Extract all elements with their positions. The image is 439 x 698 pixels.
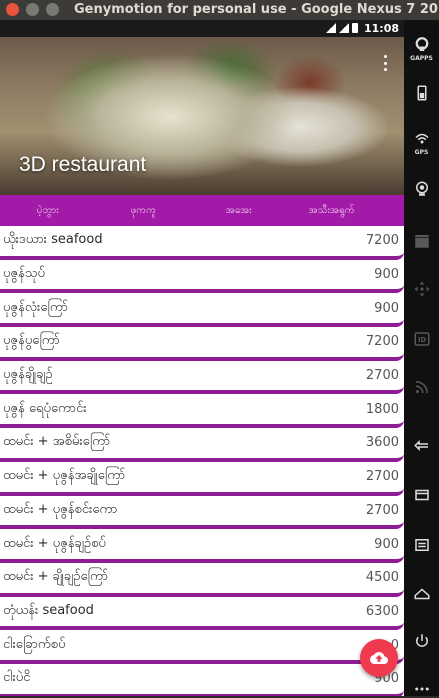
more-button[interactable] — [404, 680, 439, 698]
tab-4[interactable]: အသီးအရွက် — [287, 195, 405, 226]
item-price: 2700 — [365, 469, 399, 485]
id-label: ID — [417, 336, 426, 344]
item-name: ပုဇွန်လုံးကြော် — [3, 299, 68, 315]
item-price: 1800 — [365, 401, 399, 417]
id-icon: ID — [414, 332, 429, 346]
item-price: 3600 — [365, 435, 399, 451]
list-item[interactable]: ပုဇွန်သုပ် 900 — [0, 259, 404, 294]
item-price: 900 — [374, 300, 399, 316]
app-title: 3D restaurant — [19, 153, 147, 176]
item-name: ထမင်း + ပုဇွန်ချဉ်စပ် — [3, 535, 106, 551]
battery-icon — [352, 23, 358, 33]
power-button[interactable] — [404, 632, 439, 650]
gapps-icon — [415, 37, 428, 51]
list-item[interactable]: ပုဇွန်ချိုချဉ် 2700 — [0, 360, 404, 395]
signal-icon — [339, 23, 349, 33]
status-time: 11:08 — [363, 22, 399, 35]
rss-icon — [415, 381, 428, 394]
item-price: 7200 — [365, 334, 399, 350]
item-name: ပုဇွန်ချိုချဉ် — [3, 367, 53, 383]
item-price: 6300 — [365, 603, 399, 619]
home-button[interactable] — [404, 585, 439, 603]
gapps-button[interactable]: GAPPS — [404, 36, 439, 62]
header-image: 3D restaurant — [0, 37, 404, 195]
gapps-label: GAPPS — [410, 55, 433, 62]
tab-2[interactable]: ဖုကကူ — [96, 195, 192, 226]
emulator-toolbar: GAPPS GPS ID — [404, 20, 439, 696]
item-name: ယိုးဒယား seafood — [3, 232, 103, 248]
tab-3[interactable]: အအေး — [191, 195, 287, 226]
battery-button[interactable] — [404, 84, 439, 102]
list-item[interactable]: ငါးခြောက်စပ် 0 — [0, 630, 404, 664]
item-price: 7200 — [365, 233, 399, 249]
gps-icon — [414, 133, 429, 144]
item-name: ထမင်း + ပုဇွန်စင်းကော — [3, 501, 118, 517]
window-close-button[interactable] — [6, 3, 19, 16]
item-price: 2700 — [365, 368, 399, 384]
upload-fab-button[interactable] — [360, 639, 398, 677]
list-item[interactable]: ပုဇွန် ရေပုံကောင်း 1800 — [0, 394, 404, 429]
rss-button[interactable] — [404, 378, 439, 396]
recent-apps-icon — [414, 489, 429, 501]
more-vert-icon[interactable] — [382, 55, 388, 71]
cloud-upload-icon — [370, 652, 388, 664]
dpad-icon — [414, 281, 429, 297]
recent-apps-button[interactable] — [404, 486, 439, 504]
tab-1[interactable]: ပဲ့ဘွား — [0, 195, 96, 226]
item-name: ငါးခြောက်စပ် — [3, 636, 66, 652]
item-price: 900 — [374, 267, 399, 283]
camera-button[interactable] — [404, 180, 439, 198]
battery-icon — [417, 85, 426, 101]
list-item[interactable]: တုံယန်း seafood 6300 — [0, 596, 404, 631]
device-id-button[interactable]: ID — [404, 330, 439, 348]
back-button[interactable] — [404, 438, 439, 456]
menu-list: ယိုးဒယား seafood 7200 ပုဇွန်သုပ် 900 ပုဇွန… — [0, 226, 404, 696]
item-name: ထမင်း + ချိုချဉ်ကြော် — [3, 569, 109, 585]
list-item[interactable]: ငါးပဲငိ 900 — [0, 663, 404, 696]
clapperboard-icon — [414, 235, 429, 248]
list-item[interactable]: ထမင်း + ချိုချဉ်ကြော် 4500 — [0, 562, 404, 597]
list-item[interactable]: ထမင်း + အစိမ်းကြော် 3600 — [0, 428, 404, 462]
menu-icon — [414, 539, 429, 551]
list-item[interactable]: ထမင်း + ပုဇွန်ချဉ်စပ် 900 — [0, 529, 404, 563]
android-screen: 11:08 3D restaurant ပဲ့ဘွား ဖုကကူ အအေး အ… — [0, 20, 404, 696]
list-item[interactable]: ယိုးဒယား seafood 7200 — [0, 226, 404, 260]
gps-label: GPS — [414, 149, 429, 156]
home-icon — [414, 588, 429, 600]
back-arrow-icon — [413, 439, 428, 452]
item-name: ပုဇွန် ရေပုံကောင်း — [3, 400, 87, 416]
dpad-button[interactable] — [404, 280, 439, 298]
list-item[interactable]: ထမင်း + ပုဇွန်စင်းကော 2700 — [0, 495, 404, 530]
item-name: ထမင်း + ပုဇွန်အချိုကြော် — [3, 468, 126, 484]
list-item[interactable]: ထမင်း + ပုဇွန်အချိုကြော် 2700 — [0, 461, 404, 496]
menu-button[interactable] — [404, 536, 439, 554]
webcam-icon — [415, 181, 428, 196]
item-price: 900 — [374, 536, 399, 552]
window-controls — [6, 3, 59, 16]
item-name: ထမင်း + အစိမ်းကြော် — [3, 434, 111, 450]
list-item[interactable]: ပုဇွန်လုံးကြော် 900 — [0, 293, 404, 328]
status-bar: 11:08 — [0, 20, 404, 37]
item-name: ပုဇွန်သုပ် — [3, 266, 45, 282]
window-minimize-button[interactable] — [26, 3, 39, 16]
tab-bar: ပဲ့ဘွား ဖုကကူ အအေး အသီးအရွက် — [0, 195, 404, 226]
window-titlebar: Genymotion for personal use - Google Nex… — [0, 0, 439, 20]
item-price: 4500 — [365, 570, 399, 586]
item-price: 2700 — [365, 502, 399, 518]
list-item[interactable]: ပုဇွန်ပွကြော် 7200 — [0, 327, 404, 361]
window-title: Genymotion for personal use - Google Nex… — [74, 2, 439, 17]
gps-button[interactable]: GPS — [404, 130, 439, 156]
wifi-icon — [326, 23, 336, 33]
item-name: တုံယန်း seafood — [3, 602, 94, 618]
item-name: ပုဇွန်ပွကြော် — [3, 333, 60, 349]
more-horiz-icon — [414, 687, 429, 691]
power-icon — [415, 634, 428, 647]
window-maximize-button[interactable] — [46, 3, 59, 16]
item-name: ငါးပဲငိ — [3, 670, 31, 686]
status-icons — [326, 23, 358, 33]
capture-button[interactable] — [404, 232, 439, 250]
